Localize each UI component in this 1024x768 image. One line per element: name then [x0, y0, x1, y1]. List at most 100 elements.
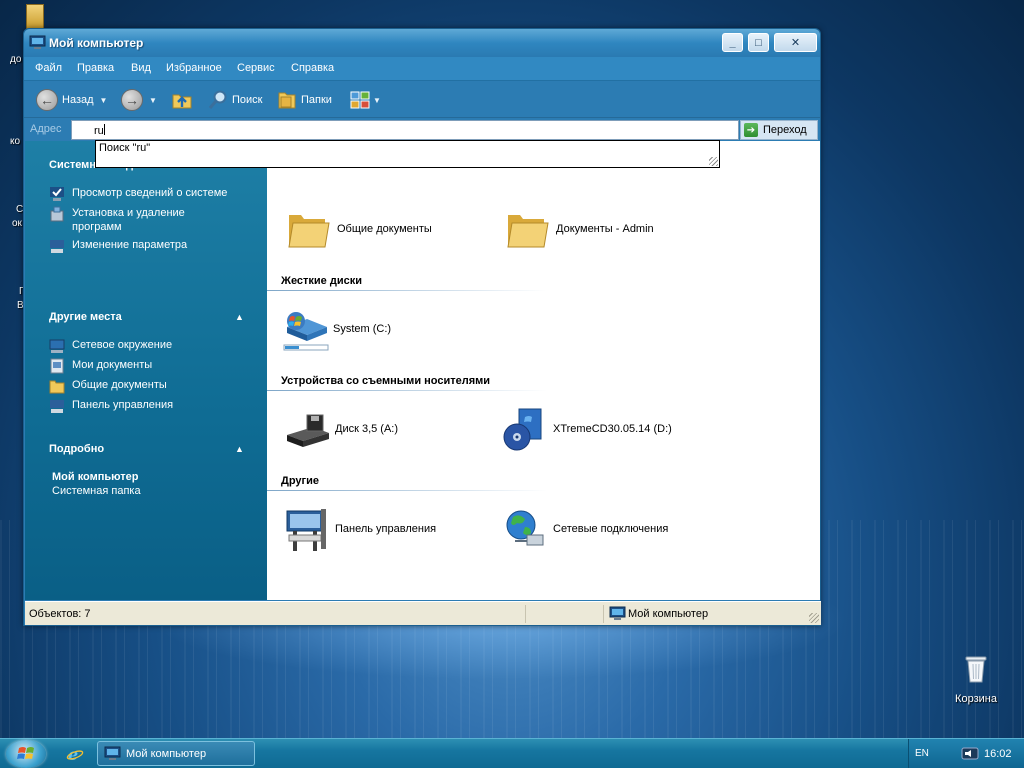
address-autocomplete: Поиск "ru": [95, 140, 720, 168]
other-places-header[interactable]: Другие места: [49, 311, 122, 323]
item-label: Общие документы: [337, 223, 432, 235]
text-caret: [103, 124, 105, 135]
ie-icon[interactable]: e: [66, 746, 84, 762]
collapse-icon[interactable]: ▲: [235, 444, 244, 454]
item-control-panel[interactable]: Панель управления: [283, 505, 436, 553]
my-computer-icon: [29, 35, 46, 49]
folders-button[interactable]: Папки: [276, 88, 332, 112]
folder-icon: [507, 215, 549, 248]
my-computer-icon: [609, 606, 626, 620]
place-shared-documents[interactable]: Общие документы: [49, 378, 167, 394]
item-system-drive[interactable]: System (C:): [281, 305, 391, 353]
menu-view[interactable]: Вид: [131, 62, 151, 74]
group-removable: Устройства со съемными носителями: [281, 375, 491, 387]
task-label: Изменение параметра: [72, 239, 188, 251]
go-button[interactable]: ➔ Переход: [740, 120, 818, 140]
place-label: Общие документы: [72, 379, 167, 391]
item-admin-documents[interactable]: Документы - Admin: [504, 205, 654, 253]
autocomplete-suggestion[interactable]: Поиск "ru": [99, 142, 719, 154]
task-view-system-info[interactable]: Просмотр сведений о системе: [49, 186, 227, 202]
views-button[interactable]: ▼: [349, 88, 381, 112]
item-label: XTremeCD30.05.14 (D:): [553, 423, 672, 435]
address-input[interactable]: ru ▼: [71, 120, 786, 140]
chevron-down-icon[interactable]: ▼: [149, 96, 157, 105]
menu-edit[interactable]: Правка: [77, 62, 114, 74]
chevron-down-icon[interactable]: ▼: [100, 96, 108, 105]
recycle-bin-icon: [965, 656, 987, 683]
address-value: ru: [94, 125, 104, 137]
task-change-setting[interactable]: Изменение параметра: [49, 238, 187, 254]
taskbar: e Мой компьютер EN 16:02: [0, 738, 1024, 768]
explorer-window: Мой компьютер _ □ ✕ Файл Правка Вид Избр…: [23, 28, 821, 626]
place-control-panel[interactable]: Панель управления: [49, 398, 173, 414]
item-label: Документы - Admin: [556, 223, 654, 235]
desktop-label-fragment[interactable]: до: [10, 54, 21, 65]
place-my-documents[interactable]: Мои документы: [49, 358, 152, 374]
content-pane: Общие документы Документы - Admin Жестки…: [267, 141, 820, 600]
window-title: Мой компьютер: [49, 36, 144, 50]
task-label: программ: [72, 221, 122, 233]
floppy-icon: [287, 414, 329, 447]
item-floppy-drive[interactable]: Диск 3,5 (A:): [283, 405, 398, 453]
hdd-icon: [283, 312, 329, 351]
taskbar-button-my-computer[interactable]: Мой компьютер: [97, 741, 255, 766]
item-label: Панель управления: [335, 523, 437, 535]
place-network[interactable]: Сетевое окружение: [49, 338, 172, 354]
minimize-button[interactable]: _: [722, 33, 743, 52]
control-panel-icon: [50, 400, 64, 413]
item-shared-documents[interactable]: Общие документы: [285, 205, 432, 253]
address-label: Адрес: [30, 123, 62, 135]
system-info-icon: [50, 187, 64, 201]
task-add-remove-programs[interactable]: Установка и удаление программ: [49, 206, 185, 234]
views-icon: [350, 91, 370, 109]
desktop-label-fragment[interactable]: ко: [10, 136, 20, 147]
maximize-button[interactable]: □: [748, 33, 769, 52]
chevron-down-icon[interactable]: ▼: [373, 96, 381, 105]
forward-button[interactable]: → ▼: [121, 88, 157, 112]
item-cd-drive[interactable]: XTremeCD30.05.14 (D:): [501, 405, 672, 453]
status-location: Мой компьютер: [628, 608, 709, 620]
search-label: Поиск: [232, 94, 263, 106]
address-bar: Адрес ru ▼ ➔ Переход: [24, 119, 820, 141]
start-button[interactable]: [6, 740, 46, 768]
resize-grip[interactable]: [809, 613, 819, 623]
language-indicator[interactable]: EN: [915, 748, 929, 759]
menu-file[interactable]: Файл: [35, 62, 62, 74]
title-bar[interactable]: Мой компьютер _ □ ✕: [24, 29, 820, 57]
folder-icon: [49, 380, 65, 394]
status-cell: [525, 605, 602, 623]
back-button[interactable]: ← Назад ▼: [36, 88, 107, 112]
group-divider: [267, 490, 547, 491]
details-header[interactable]: Подробно: [49, 443, 104, 455]
item-network-connections[interactable]: Сетевые подключения: [501, 505, 668, 553]
menu-favorites[interactable]: Избранное: [166, 62, 222, 74]
clock[interactable]: 16:02: [984, 748, 1012, 760]
control-panel-icon: [50, 240, 64, 253]
up-folder-icon: [172, 94, 192, 109]
task-pane: Системные задачи Просмотр сведений о сис…: [25, 141, 267, 600]
group-hard-drives: Жесткие диски: [281, 275, 362, 287]
recycle-bin[interactable]: Корзина: [948, 652, 1004, 705]
collapse-icon[interactable]: ▲: [235, 312, 244, 322]
up-folder-button[interactable]: [171, 88, 193, 112]
back-label: Назад: [62, 94, 94, 106]
item-label: Диск 3,5 (A:): [335, 423, 399, 435]
desktop-folder-icon[interactable]: [26, 4, 44, 30]
item-label: Сетевые подключения: [553, 523, 669, 535]
menu-tools[interactable]: Сервис: [237, 62, 275, 74]
menu-help[interactable]: Справка: [291, 62, 334, 74]
desktop-label-fragment[interactable]: ок: [12, 218, 22, 229]
resize-grip[interactable]: [709, 157, 718, 166]
search-icon: [208, 90, 227, 109]
folders-icon: [278, 92, 296, 109]
details-subtitle: Системная папка: [52, 485, 141, 497]
minimize-icon: _: [729, 36, 736, 49]
network-neighborhood-icon: [49, 339, 65, 353]
maximize-icon: □: [755, 36, 762, 49]
place-label: Мои документы: [72, 359, 153, 371]
search-button[interactable]: Поиск: [207, 88, 262, 112]
cd-icon: [503, 408, 542, 451]
close-button[interactable]: ✕: [774, 33, 817, 52]
task-label: Установка и удаление: [72, 207, 185, 219]
volume-icon[interactable]: [961, 747, 979, 760]
